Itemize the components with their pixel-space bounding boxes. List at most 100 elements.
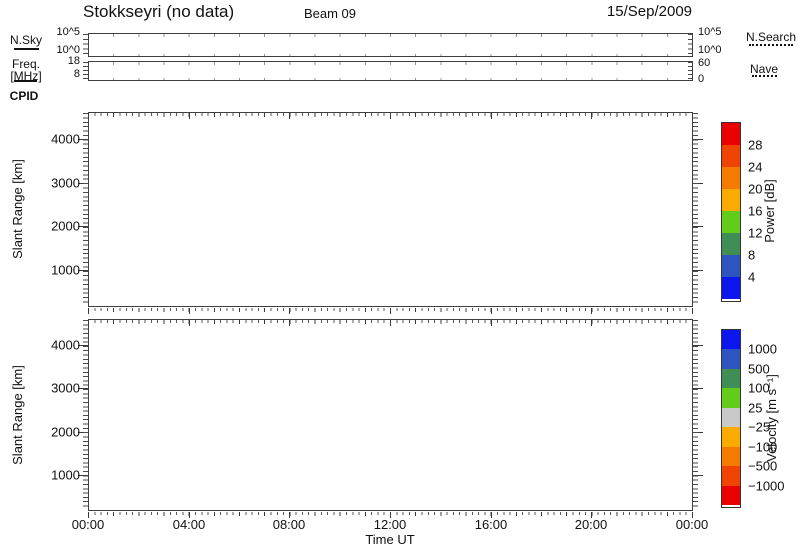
x-tick-label: 00:00 (662, 517, 722, 532)
x-tick-label: 00:00 (58, 517, 118, 532)
nsearch-ytick-top: 10^5 (698, 26, 722, 38)
velocity-panel (88, 319, 693, 511)
x-major-tick (289, 320, 290, 326)
beam-label: Beam 09 (278, 6, 382, 21)
power-colorbar-title: Power [dB] (762, 141, 778, 281)
power-colorbar-segment (722, 167, 740, 189)
y-tick-label: 1000 (34, 263, 80, 278)
y-minor-ticks-left (83, 113, 88, 306)
x-hour-ticks-small-panel (88, 34, 692, 37)
freq-ytick-bottom: 8 (40, 68, 80, 80)
y-tick-label: 2000 (34, 219, 80, 234)
x-tick-label: 08:00 (259, 517, 319, 532)
y-tick-label: 3000 (34, 176, 80, 191)
x-major-tick (88, 308, 89, 314)
velocity-colorbar-tick-label: 1000 (748, 342, 777, 357)
x-hour-ticks-small-panel (88, 62, 692, 65)
x-major-tick (88, 320, 89, 326)
y-tick-label: 3000 (34, 381, 80, 396)
x-hour-ticks-small-panel (88, 54, 692, 57)
nsearch-dotted-line-key (749, 44, 793, 46)
x-major-tick (390, 113, 391, 119)
velocity-colorbar-segment (722, 466, 740, 486)
velocity-colorbar-segment (722, 388, 740, 408)
power-colorbar-tick-label: 28 (748, 138, 762, 153)
velocity-colorbar-segment (722, 349, 740, 369)
x-major-tick (692, 320, 693, 326)
x-major-tick (591, 308, 592, 314)
velocity-colorbar-tick-label: 25 (748, 401, 762, 416)
x-major-tick (692, 308, 693, 314)
time-axis-title: Time UT (340, 532, 440, 547)
x-hour-ticks-small-panel (88, 78, 692, 81)
nave-label: Nave (750, 62, 778, 76)
power-colorbar-tick-label: 20 (748, 182, 762, 197)
station-title: Stokkseyri (no data) (83, 2, 234, 22)
power-yaxis-title: Slant Range [km] (10, 139, 26, 279)
velocity-colorbar-segment (722, 447, 740, 466)
x-tick-label: 12:00 (360, 517, 420, 532)
power-colorbar-segment (722, 277, 740, 299)
cpid-label: CPID (0, 89, 48, 103)
nsky-ytick-top: 10^5 (40, 26, 80, 38)
power-colorbar-segment (722, 233, 740, 255)
date-label: 15/Sep/2009 (492, 3, 692, 20)
velocity-colorbar-tick-label: −1000 (748, 479, 785, 494)
power-colorbar-segment (722, 123, 740, 145)
x-major-tick (189, 320, 190, 326)
x-major-tick (591, 320, 592, 326)
x-major-tick (289, 308, 290, 314)
nave-ytick-bottom: 0 (698, 73, 704, 85)
power-panel (88, 112, 693, 307)
y-minor-ticks-left (83, 320, 88, 510)
velocity-colorbar-segment (722, 369, 740, 388)
velocity-yaxis-title: Slant Range [km] (10, 345, 26, 485)
small-panel-y-ticks-right (688, 34, 692, 56)
power-colorbar-tick-label: 4 (748, 270, 755, 285)
velocity-colorbar-segment (722, 330, 740, 349)
x-major-tick (289, 113, 290, 119)
power-colorbar-tick-label: 24 (748, 160, 762, 175)
y-tick-label: 4000 (34, 338, 80, 353)
small-panel-y-ticks-right (688, 62, 692, 80)
freq-solid-line-key (14, 80, 37, 82)
velocity-colorbar-segment (722, 427, 740, 447)
y-minor-ticks-right (693, 320, 698, 510)
velocity-colorbar-tick-label: −25 (748, 420, 770, 435)
x-major-tick (491, 320, 492, 326)
velocity-colorbar-tick-label: 500 (748, 362, 770, 377)
x-tick-label: 04:00 (159, 517, 219, 532)
power-colorbar-tick-label: 16 (748, 204, 762, 219)
power-colorbar-segment (722, 189, 740, 211)
nsearch-ytick-bottom: 10^0 (698, 44, 722, 56)
x-major-tick (491, 113, 492, 119)
x-major-tick (189, 308, 190, 314)
small-panel-y-ticks-left (83, 62, 88, 80)
x-major-tick (491, 308, 492, 314)
x-major-tick (390, 308, 391, 314)
nsearch-label: N.Search (746, 30, 796, 44)
velocity-colorbar-segment (722, 486, 740, 505)
y-tick-label: 2000 (34, 425, 80, 440)
power-colorbar-segment (722, 211, 740, 233)
velocity-colorbar-tick-label: 100 (748, 381, 770, 396)
power-colorbar-segment (722, 145, 740, 167)
x-major-tick (591, 113, 592, 119)
x-tick-label: 20:00 (561, 517, 621, 532)
x-major-tick (189, 113, 190, 119)
x-tick-label: 16:00 (461, 517, 521, 532)
velocity-colorbar-tick-label: −100 (748, 440, 777, 455)
x-major-tick (390, 320, 391, 326)
power-colorbar-segment (722, 255, 740, 277)
power-colorbar-tick-label: 8 (748, 248, 755, 263)
small-panel-y-ticks-left (83, 34, 88, 56)
superdarn-summary-plot: Stokkseyri (no data) Beam 09 15/Sep/2009… (0, 0, 800, 554)
freq-ytick-top: 18 (40, 55, 80, 67)
y-minor-ticks-right (693, 113, 698, 306)
nsky-solid-line-key (14, 48, 39, 50)
y-tick-label: 1000 (34, 468, 80, 483)
nave-dotted-line-key (752, 75, 777, 77)
x-major-tick (692, 113, 693, 119)
velocity-colorbar-segment (722, 408, 740, 427)
power-colorbar-tick-label: 12 (748, 226, 762, 241)
